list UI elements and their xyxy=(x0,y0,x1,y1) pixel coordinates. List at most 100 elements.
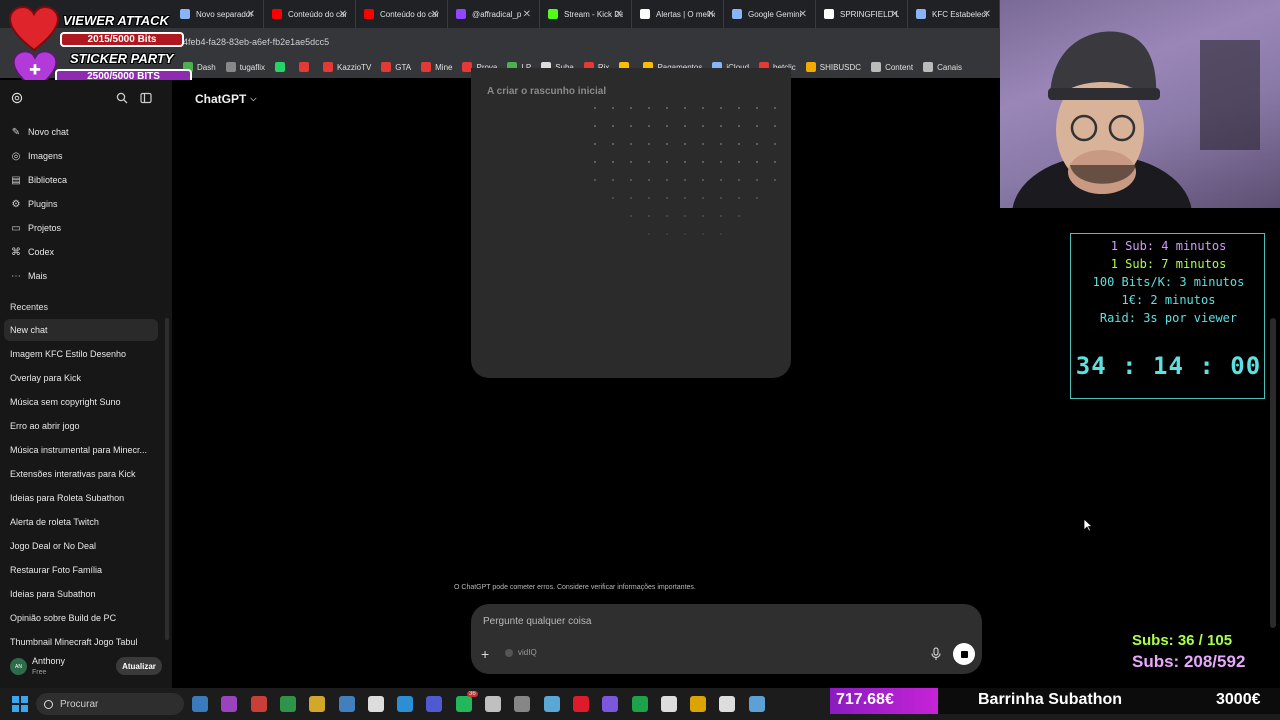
model-name[interactable]: ChatGPT xyxy=(195,92,246,106)
obs-icon[interactable] xyxy=(514,696,531,712)
browser-tab[interactable]: Stream - Kick Da ✕ xyxy=(540,0,632,28)
chat-sidebar: ✎ Novo chat ◎ Imagens ▤ Biblioteca ⚙ Plugins ▭ Pr… xyxy=(0,80,172,688)
photos-icon[interactable] xyxy=(192,696,208,712)
prompt-input[interactable] xyxy=(483,616,883,627)
recent-chat-item[interactable]: Imagem KFC Estilo Desenho xyxy=(4,343,158,365)
toggle-sidebar-icon[interactable] xyxy=(140,92,152,104)
vidiq-tool-chip[interactable]: vidIQ xyxy=(505,648,537,657)
bookmark-item[interactable]: Content xyxy=(871,62,913,72)
openai-logo-icon[interactable] xyxy=(11,92,23,104)
kick-app-icon[interactable] xyxy=(660,696,677,712)
recent-chat-item[interactable]: Erro ao abrir jogo xyxy=(4,415,158,437)
url-text[interactable]: 4feb4-fa28-83eb-a6ef-fb2e1ae5dcc5 xyxy=(183,37,329,47)
recent-chat-item[interactable]: Thumbnail Minecraft Jogo Tabul xyxy=(4,631,158,653)
sidebar-item-plugins[interactable]: ⚙ Plugins xyxy=(10,193,58,215)
epic-icon[interactable] xyxy=(485,696,501,712)
close-tab-icon[interactable]: ✕ xyxy=(247,9,255,20)
opera-icon[interactable] xyxy=(572,696,589,712)
chrome-alt-icon[interactable] xyxy=(279,696,296,712)
close-tab-icon[interactable]: ✕ xyxy=(707,9,715,20)
bookmark-item[interactable] xyxy=(299,62,313,72)
upgrade-button[interactable]: Atualizar xyxy=(116,657,162,675)
notepad-icon[interactable] xyxy=(748,696,765,712)
bookmark-item[interactable]: SHIBUSDC xyxy=(805,62,861,72)
page-scrollbar[interactable] xyxy=(1270,318,1276,628)
sidebar-item-novo-chat[interactable]: ✎ Novo chat xyxy=(10,121,69,143)
close-tab-icon[interactable]: ✕ xyxy=(431,9,439,20)
bookmark-item[interactable]: KazzioTV xyxy=(323,62,371,72)
taskbar-search-label: Procurar xyxy=(60,698,99,710)
bookmark-item[interactable]: Canais xyxy=(923,62,962,72)
discord-icon[interactable] xyxy=(426,696,443,712)
recent-chat-item[interactable]: Alerta de roleta Twitch xyxy=(4,511,158,533)
sidebar-scrollbar[interactable] xyxy=(165,318,169,640)
close-tab-icon[interactable]: ✕ xyxy=(983,9,991,20)
subathon-timer-box: 1 Sub: 4 minutos 1 Sub: 7 minutos 100 Bits… xyxy=(1070,233,1265,399)
vidiq-icon xyxy=(505,648,513,657)
recent-chat-item[interactable]: Música instrumental para Minecr... xyxy=(4,439,158,461)
recent-chat-item[interactable]: New chat xyxy=(4,319,158,341)
spotify-icon[interactable] xyxy=(631,696,648,712)
recent-chat-item[interactable]: Ideias para Roleta Subathon xyxy=(4,487,158,509)
bookmark-item[interactable] xyxy=(275,62,289,72)
gemini-icon xyxy=(732,9,742,19)
apps-icon[interactable] xyxy=(602,696,619,712)
user-profile-row[interactable]: AN Anthony Free Atualizar xyxy=(0,652,172,686)
steam-icon[interactable] xyxy=(543,696,560,712)
sidebar-item-codex[interactable]: ⌘ Codex xyxy=(10,241,54,263)
stop-generation-button[interactable] xyxy=(953,643,975,665)
sidebar-item-label: Novo chat xyxy=(28,127,69,137)
close-tab-icon[interactable]: ✕ xyxy=(523,9,531,20)
recent-chat-item[interactable]: Música sem copyright Suno xyxy=(4,391,158,413)
sidebar-item-mais[interactable]: ⋯ Mais xyxy=(10,265,47,287)
browser-tab[interactable]: KFC Estabeleci ✕ xyxy=(908,0,1000,28)
vidiq-label: vidIQ xyxy=(518,648,537,657)
close-tab-icon[interactable]: ✕ xyxy=(339,9,347,20)
avatar[interactable]: AN xyxy=(10,658,27,675)
search-icon[interactable] xyxy=(116,92,128,104)
sidebar-item-imagens[interactable]: ◎ Imagens xyxy=(10,145,63,167)
recent-chat-item[interactable]: Extensões interativas para Kick xyxy=(4,463,158,485)
bits-overlay: ✚ VIEWER ATTACK 2015/5000 Bits STICKER P… xyxy=(0,0,195,92)
microphone-icon[interactable] xyxy=(930,647,942,661)
recent-chat-item[interactable]: Overlay para Kick xyxy=(4,367,158,389)
recent-chat-item[interactable]: Opinião sobre Build de PC xyxy=(4,607,158,629)
recent-chat-item[interactable]: Restaurar Foto Família xyxy=(4,559,158,581)
sidebar-item-projetos[interactable]: ▭ Projetos xyxy=(10,217,61,239)
photoshop-icon[interactable] xyxy=(397,696,414,712)
add-attachment-icon[interactable]: + xyxy=(481,646,489,662)
subathon-title: Barrinha Subathon xyxy=(978,691,1123,708)
youtube-icon xyxy=(272,9,282,19)
bookmark-label: Dash xyxy=(197,62,216,72)
browser-tab[interactable]: Alertas | O melho ✕ xyxy=(632,0,724,28)
drive-icon[interactable] xyxy=(690,696,707,712)
windows-start-icon[interactable] xyxy=(12,696,28,712)
close-tab-icon[interactable]: ✕ xyxy=(891,9,899,20)
bookmark-item[interactable]: GTA xyxy=(381,62,411,72)
close-tab-icon[interactable]: ✕ xyxy=(799,9,807,20)
recent-chat-item[interactable]: Jogo Deal or No Deal xyxy=(4,535,158,557)
taskbar-search[interactable]: Procurar xyxy=(36,693,184,715)
user-name: Anthony xyxy=(32,656,66,666)
capcut-alt-icon[interactable] xyxy=(719,696,736,712)
bookmark-item[interactable]: Mine xyxy=(421,62,452,72)
browser-tab[interactable]: @affradical_p ✕ xyxy=(448,0,540,28)
model-picker[interactable]: ChatGPT ⌵ xyxy=(195,92,256,106)
bookmark-icon xyxy=(323,62,334,72)
browser-tab[interactable]: Google Gemini ✕ xyxy=(724,0,816,28)
browser-tab[interactable]: Conteúdo do can ✕ xyxy=(356,0,448,28)
sidebar-item-biblioteca[interactable]: ▤ Biblioteca xyxy=(10,169,67,191)
capcut-icon[interactable] xyxy=(367,696,384,712)
recent-chat-item[interactable]: Ideias para Subathon xyxy=(4,583,158,605)
calculator-icon[interactable] xyxy=(338,696,355,712)
browser-tab[interactable]: SPRINGFIELD LA ✕ xyxy=(816,0,908,28)
folder-icon[interactable] xyxy=(309,696,326,712)
whatsapp-icon[interactable]: 36 xyxy=(455,691,478,712)
twitch-icon xyxy=(456,9,466,19)
chevron-down-icon[interactable]: ⌵ xyxy=(250,94,256,104)
chrome-icon[interactable] xyxy=(250,696,267,712)
camera-icon[interactable] xyxy=(221,696,238,712)
close-tab-icon[interactable]: ✕ xyxy=(615,9,623,20)
browser-tab[interactable]: Conteúdo do can ✕ xyxy=(264,0,356,28)
bookmark-item[interactable]: tugaflix xyxy=(225,62,265,72)
